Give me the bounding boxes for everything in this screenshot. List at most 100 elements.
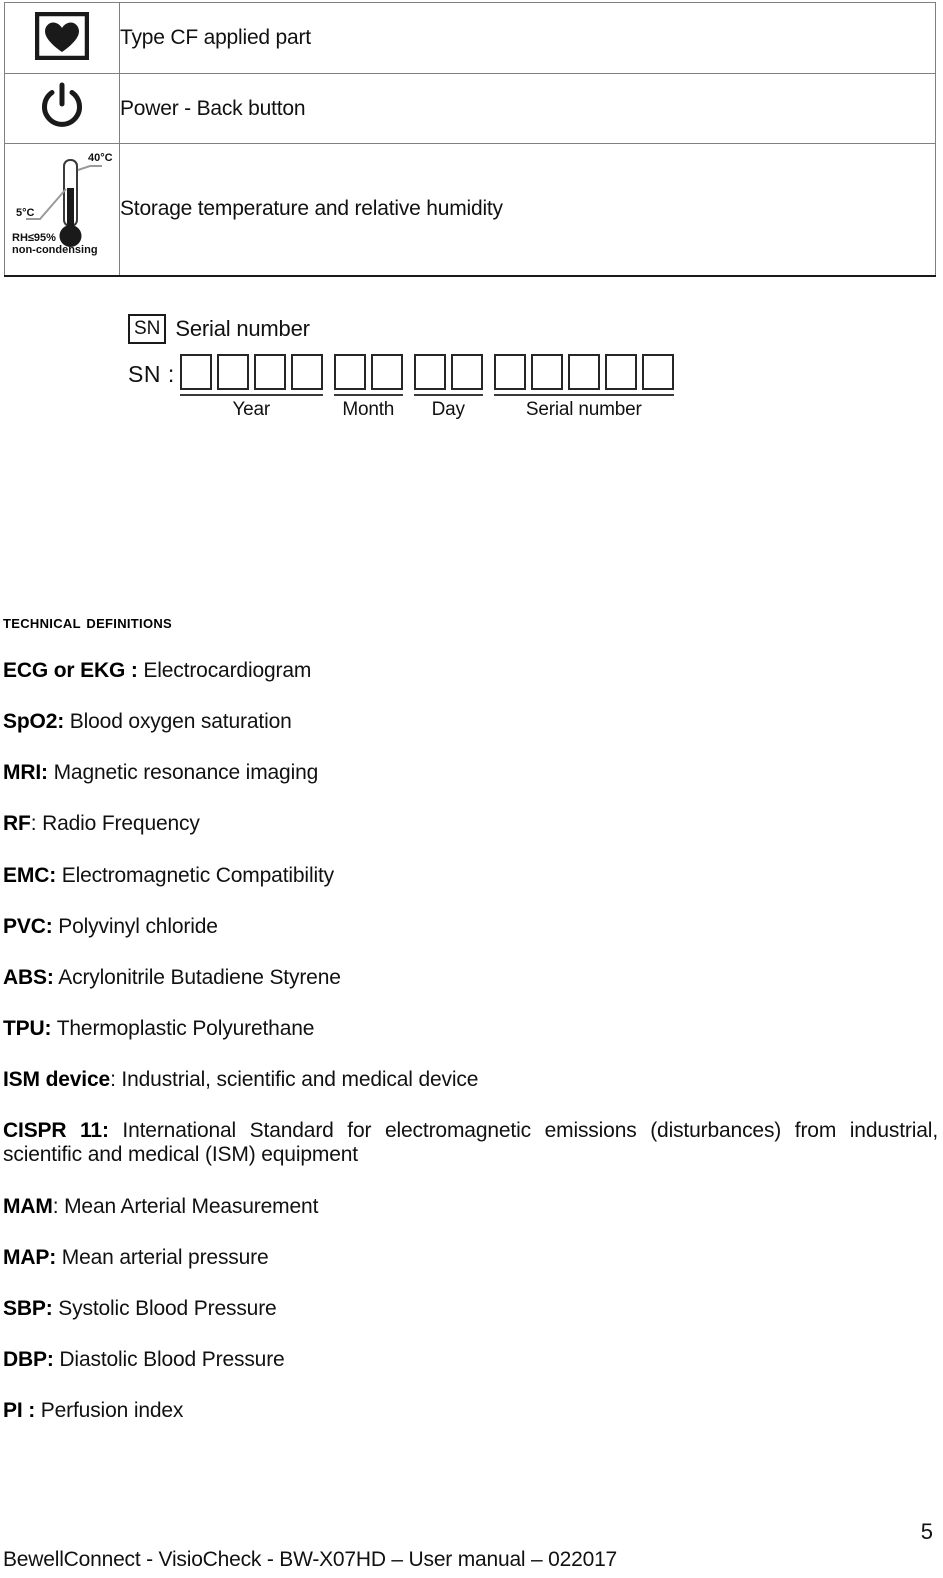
symbol-label-power-back: Power - Back button [119, 73, 936, 144]
page-number: 5 [920, 1519, 933, 1544]
definition-text: Perfusion index [35, 1399, 184, 1423]
definition-line: ISM device: Industrial, scientific and m… [3, 1068, 938, 1092]
definition-text: Diastolic Blood Pressure [53, 1347, 285, 1371]
technical-definitions-list: ECG or EKG : Electrocardiogram SpO2: Bloo… [3, 659, 938, 1423]
footer-text: BewellConnect - VisioCheck - BW-X07HD – … [3, 1548, 618, 1571]
definition-term: SBP: [3, 1296, 53, 1320]
serial-number-group-rule [413, 394, 483, 396]
definition-text: International Standard for electromagnet… [3, 1119, 939, 1167]
definition-text: Blood oxygen saturation [64, 710, 292, 734]
serial-number-group-caption: Month [342, 399, 395, 420]
definition-line: PVC: Polyvinyl chloride [3, 915, 938, 939]
table-row: Type CF applied part [4, 2, 936, 74]
serial-number-entry-row: SN : Year Month Day Serial number [128, 354, 828, 421]
definition-line: CISPR 11: International Standard for ele… [3, 1119, 938, 1167]
serial-number-box[interactable] [333, 354, 366, 390]
serial-number-group-rule [179, 394, 323, 396]
definition-term: MAM [3, 1194, 53, 1218]
sn-tag-icon: SN [128, 314, 167, 344]
definition-line: RF: Radio Frequency [3, 812, 938, 836]
definition-line: TPU: Thermoplastic Polyurethane [3, 1017, 938, 1041]
definition-text: Electromagnetic Compatibility [56, 863, 335, 887]
definition-text: Systolic Blood Pressure [52, 1296, 277, 1320]
serial-number-box[interactable] [413, 354, 446, 390]
serial-number-box[interactable] [604, 354, 637, 390]
definition-term: DBP: [3, 1347, 54, 1371]
definition-text: Electrocardiogram [137, 659, 312, 682]
serial-number-group-caption: Serial number [525, 399, 642, 420]
serial-number-box[interactable] [493, 354, 526, 390]
serial-number-legend: SN Serial number [128, 314, 828, 344]
definition-line: MAP: Mean arterial pressure [3, 1246, 938, 1270]
power-back-button-icon [38, 81, 86, 131]
serial-number-group-caption: Day [431, 399, 465, 420]
serial-number-prefix-label: SN : [128, 361, 175, 387]
definition-line: DBP: Diastolic Blood Pressure [3, 1348, 938, 1372]
table-cell-icon [4, 2, 120, 74]
serial-number-box[interactable] [530, 354, 563, 390]
definition-text: : Industrial, scientific and medical dev… [110, 1068, 479, 1092]
definition-term: ISM device [3, 1068, 111, 1092]
definition-term: MRI: [3, 761, 48, 785]
definition-line: EMC: Electromagnetic Compatibility [3, 864, 938, 888]
serial-number-boxes [413, 354, 483, 390]
definition-term: SpO2: [3, 710, 65, 734]
serial-number-group: Year [179, 354, 323, 421]
serial-number-group-rule [493, 394, 674, 396]
serial-number-groups: Year Month Day Serial number [179, 354, 674, 421]
serial-number-box[interactable] [216, 354, 249, 390]
serial-number-box[interactable] [567, 354, 600, 390]
definition-line: MRI: Magnetic resonance imaging [3, 761, 938, 785]
serial-number-group-rule [333, 394, 403, 396]
definition-term: TPU: [3, 1016, 52, 1040]
definition-term: ECG or EKG : [3, 659, 138, 682]
definition-term: MAP: [3, 1245, 57, 1269]
definition-text: Acrylonitrile Butadiene Styrene [53, 965, 341, 989]
table-row: Power - Back button [4, 73, 936, 144]
table-cell-icon: 40°C 5°C RH≤95% non-condensing [4, 143, 120, 277]
thermometer-temp-high-label: 40°C [88, 152, 113, 164]
serial-number-group: Serial number [493, 354, 674, 421]
serial-number-group: Day [413, 354, 483, 421]
definition-term: EMC: [3, 863, 57, 887]
technical-definitions-section: Technical Definitions ECG or EKG : Elect… [3, 612, 938, 1450]
definition-term: PVC: [3, 914, 53, 938]
symbol-label-type-cf: Type CF applied part [119, 2, 936, 74]
definition-term: ABS: [3, 965, 54, 989]
serial-number-legend-label: Serial number [175, 316, 310, 341]
definition-text: : Mean Arterial Measurement [52, 1194, 319, 1218]
thermometer-humidity-label-1: RH≤95% [12, 232, 56, 244]
thermometer-temp-low-label: 5°C [16, 207, 35, 219]
type-cf-applied-part-icon [34, 11, 90, 60]
technical-definitions-heading: Technical Definitions [3, 612, 173, 633]
definition-line: SpO2: Blood oxygen saturation [3, 710, 938, 734]
table-cell-icon [4, 73, 120, 144]
serial-number-box[interactable] [290, 354, 323, 390]
definition-line: PI : Perfusion index [3, 1399, 938, 1423]
definition-line: ECG or EKG : Electrocardiogram [3, 659, 938, 683]
storage-temperature-humidity-icon: 40°C 5°C RH≤95% non-condensing [10, 146, 114, 268]
serial-number-box[interactable] [370, 354, 403, 390]
definition-text: Thermoplastic Polyurethane [51, 1016, 315, 1040]
definition-term: PI : [3, 1399, 36, 1423]
thermometer-humidity-label-2: non-condensing [12, 244, 98, 256]
serial-number-boxes [493, 354, 674, 390]
serial-number-box[interactable] [641, 354, 674, 390]
definition-line: SBP: Systolic Blood Pressure [3, 1297, 938, 1321]
definition-text: Mean arterial pressure [56, 1245, 269, 1269]
serial-number-boxes [179, 354, 323, 390]
definition-text: Polyvinyl chloride [52, 914, 218, 938]
serial-number-boxes [333, 354, 403, 390]
symbol-label-storage-temp: Storage temperature and relative humidit… [119, 143, 936, 277]
definition-text: : Radio Frequency [30, 812, 200, 836]
symbol-table: Type CF applied part Power - Back button [4, 2, 936, 277]
definition-term: CISPR 11: [3, 1119, 109, 1143]
serial-number-box[interactable] [253, 354, 286, 390]
serial-number-box[interactable] [450, 354, 483, 390]
definition-line: MAM: Mean Arterial Measurement [3, 1195, 938, 1219]
serial-number-group-caption: Year [232, 399, 271, 420]
definition-term: RF [3, 812, 31, 836]
serial-number-box[interactable] [179, 354, 212, 390]
definition-line: ABS: Acrylonitrile Butadiene Styrene [3, 966, 938, 990]
table-row: 40°C 5°C RH≤95% non-condensing Storage t… [4, 143, 936, 277]
